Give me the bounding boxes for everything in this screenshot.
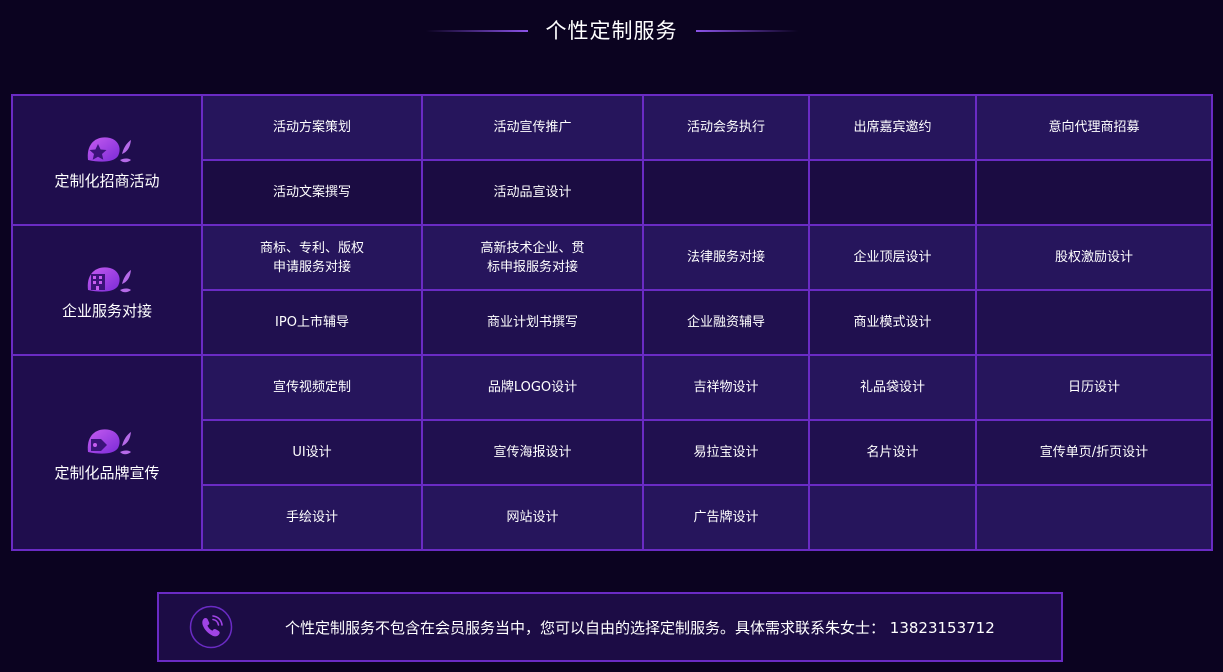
empty-cell: [642, 159, 810, 226]
service-item[interactable]: 活动会务执行: [642, 94, 810, 161]
service-item[interactable]: 宣传海报设计: [421, 419, 644, 486]
tag-leaf-icon: [87, 429, 131, 455]
custom-service-page: 个性定制服务 定制化招商活动 活动方案策划 活动宣传推广 活动会务执行 出席嘉宾…: [0, 0, 1223, 672]
service-item[interactable]: 活动宣传推广: [421, 94, 644, 161]
service-item[interactable]: 日历设计: [975, 354, 1213, 421]
building-leaf-icon: [87, 266, 131, 292]
phone-icon[interactable]: [189, 605, 233, 649]
title-divider-right: [695, 30, 798, 32]
service-item[interactable]: 出席嘉宾邀约: [808, 94, 977, 161]
category-cell: 定制化招商活动: [11, 94, 203, 226]
service-item[interactable]: UI设计: [201, 419, 423, 486]
title-bar: 个性定制服务: [0, 14, 1223, 48]
empty-cell: [975, 289, 1213, 356]
service-item[interactable]: 高新技术企业、贯 标申报服务对接: [421, 224, 644, 291]
service-item[interactable]: 商业计划书撰写: [421, 289, 644, 356]
service-item[interactable]: 宣传单页/折页设计: [975, 419, 1213, 486]
title-divider-left: [425, 30, 528, 32]
service-item[interactable]: 商标、专利、版权 申请服务对接: [201, 224, 423, 291]
service-item[interactable]: 意向代理商招募: [975, 94, 1213, 161]
service-table: 定制化招商活动 活动方案策划 活动宣传推广 活动会务执行 出席嘉宾邀约 意向代理…: [11, 94, 1213, 551]
empty-cell: [808, 159, 977, 226]
category-cell: 定制化品牌宣传: [11, 354, 203, 551]
service-item[interactable]: 网站设计: [421, 484, 644, 551]
empty-cell: [975, 159, 1213, 226]
service-item[interactable]: 股权激励设计: [975, 224, 1213, 291]
table-row: 企业服务对接 商标、专利、版权 申请服务对接 高新技术企业、贯 标申报服务对接 …: [11, 224, 1213, 356]
service-item[interactable]: 活动品宣设计: [421, 159, 644, 226]
page-title: 个性定制服务: [545, 19, 678, 43]
category-label: 定制化品牌宣传: [54, 464, 160, 482]
contact-note: 个性定制服务不包含在会员服务当中，您可以自由的选择定制服务。具体需求联系朱女士：…: [285, 618, 995, 637]
service-item[interactable]: 广告牌设计: [642, 484, 810, 551]
contact-note-bar: 个性定制服务不包含在会员服务当中，您可以自由的选择定制服务。具体需求联系朱女士：…: [157, 592, 1063, 662]
table-row: 定制化品牌宣传 宣传视频定制 品牌LOGO设计 吉祥物设计 礼品袋设计 日历设计: [11, 354, 1213, 551]
service-item[interactable]: 活动文案撰写: [201, 159, 423, 226]
category-label: 企业服务对接: [61, 301, 152, 320]
empty-cell: [808, 484, 977, 551]
service-item[interactable]: 名片设计: [808, 419, 977, 486]
service-item[interactable]: 品牌LOGO设计: [421, 354, 644, 421]
service-item[interactable]: 礼品袋设计: [808, 354, 977, 421]
service-item[interactable]: 手绘设计: [201, 484, 423, 551]
service-item[interactable]: 法律服务对接: [642, 224, 810, 291]
service-item[interactable]: 吉祥物设计: [642, 354, 810, 421]
category-cell: 企业服务对接: [11, 224, 203, 356]
service-item[interactable]: 商业模式设计: [808, 289, 977, 356]
category-label: 定制化招商活动: [54, 171, 160, 190]
service-item[interactable]: 宣传视频定制: [201, 354, 423, 421]
empty-cell: [975, 484, 1213, 551]
service-item[interactable]: 易拉宝设计: [642, 419, 810, 486]
service-item[interactable]: 企业融资辅导: [642, 289, 810, 356]
star-leaf-icon: [87, 136, 131, 162]
table-row: 定制化招商活动 活动方案策划 活动宣传推广 活动会务执行 出席嘉宾邀约 意向代理…: [11, 94, 1213, 226]
service-item[interactable]: 活动方案策划: [201, 94, 423, 161]
service-item[interactable]: IPO上市辅导: [201, 289, 423, 356]
service-item[interactable]: 企业顶层设计: [808, 224, 977, 291]
